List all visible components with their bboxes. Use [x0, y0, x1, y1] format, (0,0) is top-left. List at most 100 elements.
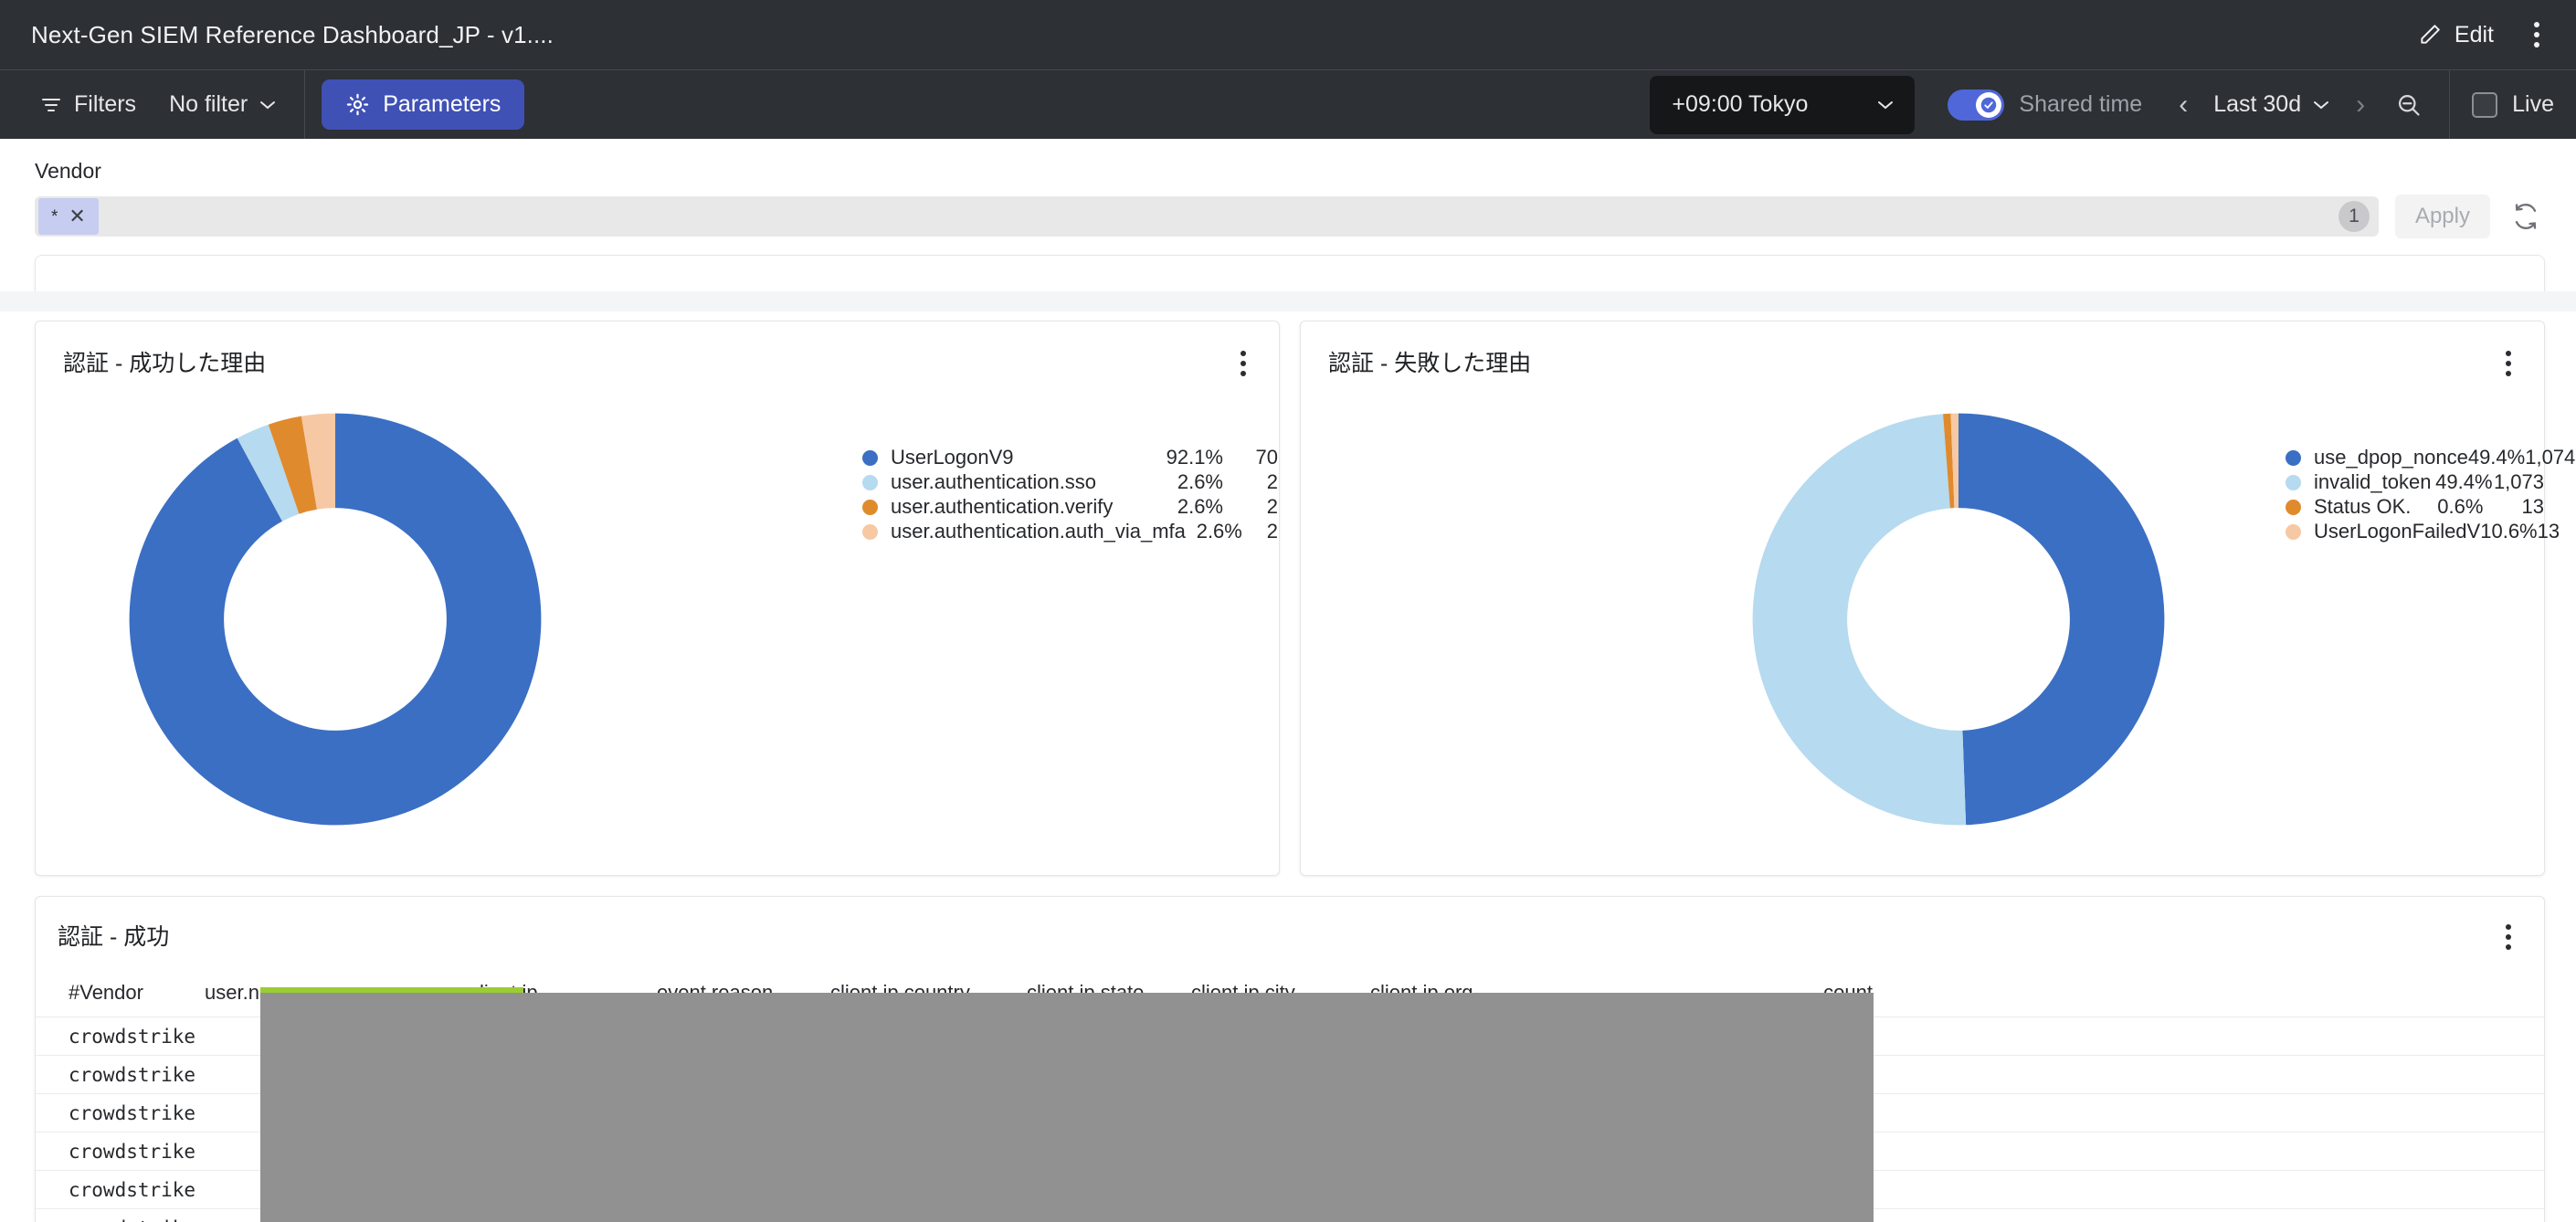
- panel-overflow-menu-icon[interactable]: [2498, 345, 2518, 382]
- panel-header: 認証 - 成功した理由: [36, 321, 1279, 382]
- prev-range-button[interactable]: ‹: [2166, 88, 2201, 122]
- shared-time-toggle[interactable]: [1948, 89, 2005, 121]
- vendor-parameter-input[interactable]: * ✕ 1: [35, 196, 2379, 237]
- panel-overflow-menu-icon[interactable]: [1233, 345, 1253, 382]
- panel-overflow-menu-icon[interactable]: [2498, 919, 2518, 955]
- panel-header: 認証 - 成功: [36, 897, 2544, 968]
- legend-count: 1,073: [2493, 470, 2544, 493]
- vendor-parameter-row: * ✕ 1 Apply: [35, 195, 2545, 238]
- next-range-button[interactable]: ›: [2343, 88, 2378, 122]
- legend-color-swatch: [2286, 523, 2301, 540]
- donut-chart-failure: use_dpop_nonce 49.4% 1,074 invalid_token 49.…: [1301, 382, 2575, 875]
- legend-label: UserLogonV9: [891, 446, 1014, 469]
- legend-item[interactable]: UserLogonFailedV1 0.6% 13: [2286, 520, 2560, 543]
- panel-title: 認証 - 成功した理由: [63, 351, 267, 376]
- filter-select[interactable]: No filter: [149, 82, 297, 127]
- donut-svg[interactable]: [1748, 409, 2169, 829]
- filters-button[interactable]: Filters: [27, 82, 149, 127]
- legend-count: 2: [1266, 470, 1278, 493]
- legend-item[interactable]: use_dpop_nonce 49.4% 1,074: [2286, 446, 2575, 469]
- dashboard-overflow-menu-icon[interactable]: [2525, 16, 2549, 53]
- panel-header: 認証 - 失敗した理由: [1301, 321, 2544, 382]
- filters-label: Filters: [74, 91, 137, 117]
- selection-count-badge: 1: [2338, 201, 2370, 232]
- donut-graphic: [1748, 409, 2169, 834]
- time-range-nav: ‹ Last 30d ›: [2166, 86, 2436, 123]
- donut-svg[interactable]: [125, 409, 545, 829]
- legend-percent: 0.6%: [2491, 520, 2538, 543]
- legend-item[interactable]: user.authentication.verify 2.6% 2: [862, 495, 1278, 519]
- legend-item[interactable]: Status OK. 0.6% 13: [2286, 495, 2544, 519]
- shared-time-label: Shared time: [2019, 91, 2143, 117]
- legend-count: 1,074: [2525, 446, 2576, 469]
- time-range-select[interactable]: Last 30d: [2204, 86, 2339, 123]
- chevron-down-icon: [259, 100, 277, 111]
- legend-percent: 92.1%: [1166, 446, 1223, 469]
- legend-label: user.authentication.verify: [891, 495, 1114, 518]
- chart-legend-failure: use_dpop_nonce 49.4% 1,074 invalid_token 49.…: [2286, 446, 2575, 544]
- time-range-value: Last 30d: [2213, 91, 2302, 117]
- edit-button[interactable]: Edit: [2418, 22, 2494, 48]
- legend-count: 13: [2521, 495, 2544, 518]
- vendor-value-chip[interactable]: * ✕: [38, 198, 99, 235]
- partial-panel-above: [35, 255, 2545, 291]
- panel-auth-success-reason: 認証 - 成功した理由 UserLogonV9 92.1% 70 user.authe…: [35, 321, 1280, 876]
- zoom-out-icon[interactable]: [2381, 87, 2436, 123]
- vendor-parameter-label: Vendor: [35, 159, 101, 183]
- cell-vendor: crowdstrike: [69, 1063, 196, 1086]
- window-title-bar: Next-Gen SIEM Reference Dashboard_JP - v…: [0, 0, 2576, 69]
- donut-slice[interactable]: [1958, 413, 2165, 826]
- legend-percent: 49.4%: [2435, 470, 2493, 493]
- parameters-panel: Vendor * ✕ 1 Apply: [0, 139, 2576, 238]
- legend-color-swatch: [862, 474, 878, 490]
- legend-color-swatch: [2286, 474, 2301, 490]
- chip-wildcard-label: *: [51, 206, 58, 226]
- dashboard-body: Vendor * ✕ 1 Apply 認証 - 成功した理由 UserLogon…: [0, 139, 2576, 1222]
- chart-legend-success: UserLogonV9 92.1% 70 user.authentication.ss…: [862, 446, 1278, 544]
- cell-vendor: crowdstrike: [69, 1178, 196, 1201]
- legend-count: 2: [1266, 520, 1278, 543]
- toolbar-divider: [304, 69, 306, 140]
- chevron-down-icon: [1876, 100, 1895, 111]
- apply-button[interactable]: Apply: [2394, 195, 2490, 238]
- filter-icon: [40, 96, 62, 114]
- legend-label: invalid_token: [2314, 470, 2432, 493]
- legend-color-swatch: [862, 523, 878, 540]
- legend-percent: 2.6%: [1196, 520, 1242, 543]
- title-bar-actions: Edit: [2418, 16, 2549, 53]
- close-icon[interactable]: ✕: [69, 206, 85, 226]
- chevron-down-icon: [2312, 100, 2330, 111]
- legend-label: use_dpop_nonce: [2314, 446, 2468, 469]
- legend-label: user.authentication.auth_via_mfa: [891, 520, 1186, 543]
- donut-slice[interactable]: [1752, 414, 1967, 826]
- timezone-select[interactable]: +09:00 Tokyo: [1650, 75, 1916, 134]
- legend-percent: 2.6%: [1177, 495, 1223, 518]
- panel-auth-success-table: 認証 - 成功 #Vendor user.name client.ip even…: [35, 896, 2545, 1222]
- shared-time-group: Shared time: [1948, 89, 2143, 121]
- column-header-vendor[interactable]: #Vendor: [36, 981, 205, 1005]
- legend-item[interactable]: user.authentication.sso 2.6% 2: [862, 470, 1278, 494]
- donut-chart-success: UserLogonV9 92.1% 70 user.authentication.ss…: [36, 382, 1279, 875]
- dashboard-title: Next-Gen SIEM Reference Dashboard_JP - v…: [31, 20, 554, 48]
- legend-label: user.authentication.sso: [891, 470, 1097, 493]
- live-checkbox[interactable]: [2472, 91, 2498, 118]
- legend-item[interactable]: user.authentication.auth_via_mfa 2.6% 2: [862, 520, 1278, 543]
- live-label: Live: [2512, 91, 2554, 117]
- legend-count: 70: [1255, 446, 1278, 469]
- timezone-value: +09:00 Tokyo: [1672, 91, 1809, 117]
- legend-color-swatch: [862, 449, 878, 466]
- parameters-button[interactable]: Parameters: [322, 79, 525, 130]
- dashboard-toolbar: Filters No filter Parameters +09:00 Toky…: [0, 69, 2576, 140]
- parameters-label: Parameters: [383, 91, 501, 117]
- charts-row: 認証 - 成功した理由 UserLogonV9 92.1% 70 user.authe…: [0, 321, 2576, 876]
- legend-item[interactable]: invalid_token 49.4% 1,073: [2286, 470, 2544, 494]
- cell-vendor: crowdstrike: [36, 1217, 205, 1222]
- cell-vendor: crowdstrike: [69, 1025, 196, 1048]
- refresh-icon[interactable]: [2507, 197, 2545, 236]
- live-toggle-group[interactable]: Live: [2450, 91, 2576, 118]
- legend-item[interactable]: UserLogonV9 92.1% 70: [862, 446, 1278, 469]
- cell-vendor: crowdstrike: [69, 1140, 196, 1163]
- toolbar-left-group: Filters No filter Parameters: [0, 69, 525, 140]
- legend-label: UserLogonFailedV1: [2314, 520, 2492, 543]
- edit-button-label: Edit: [2454, 21, 2494, 47]
